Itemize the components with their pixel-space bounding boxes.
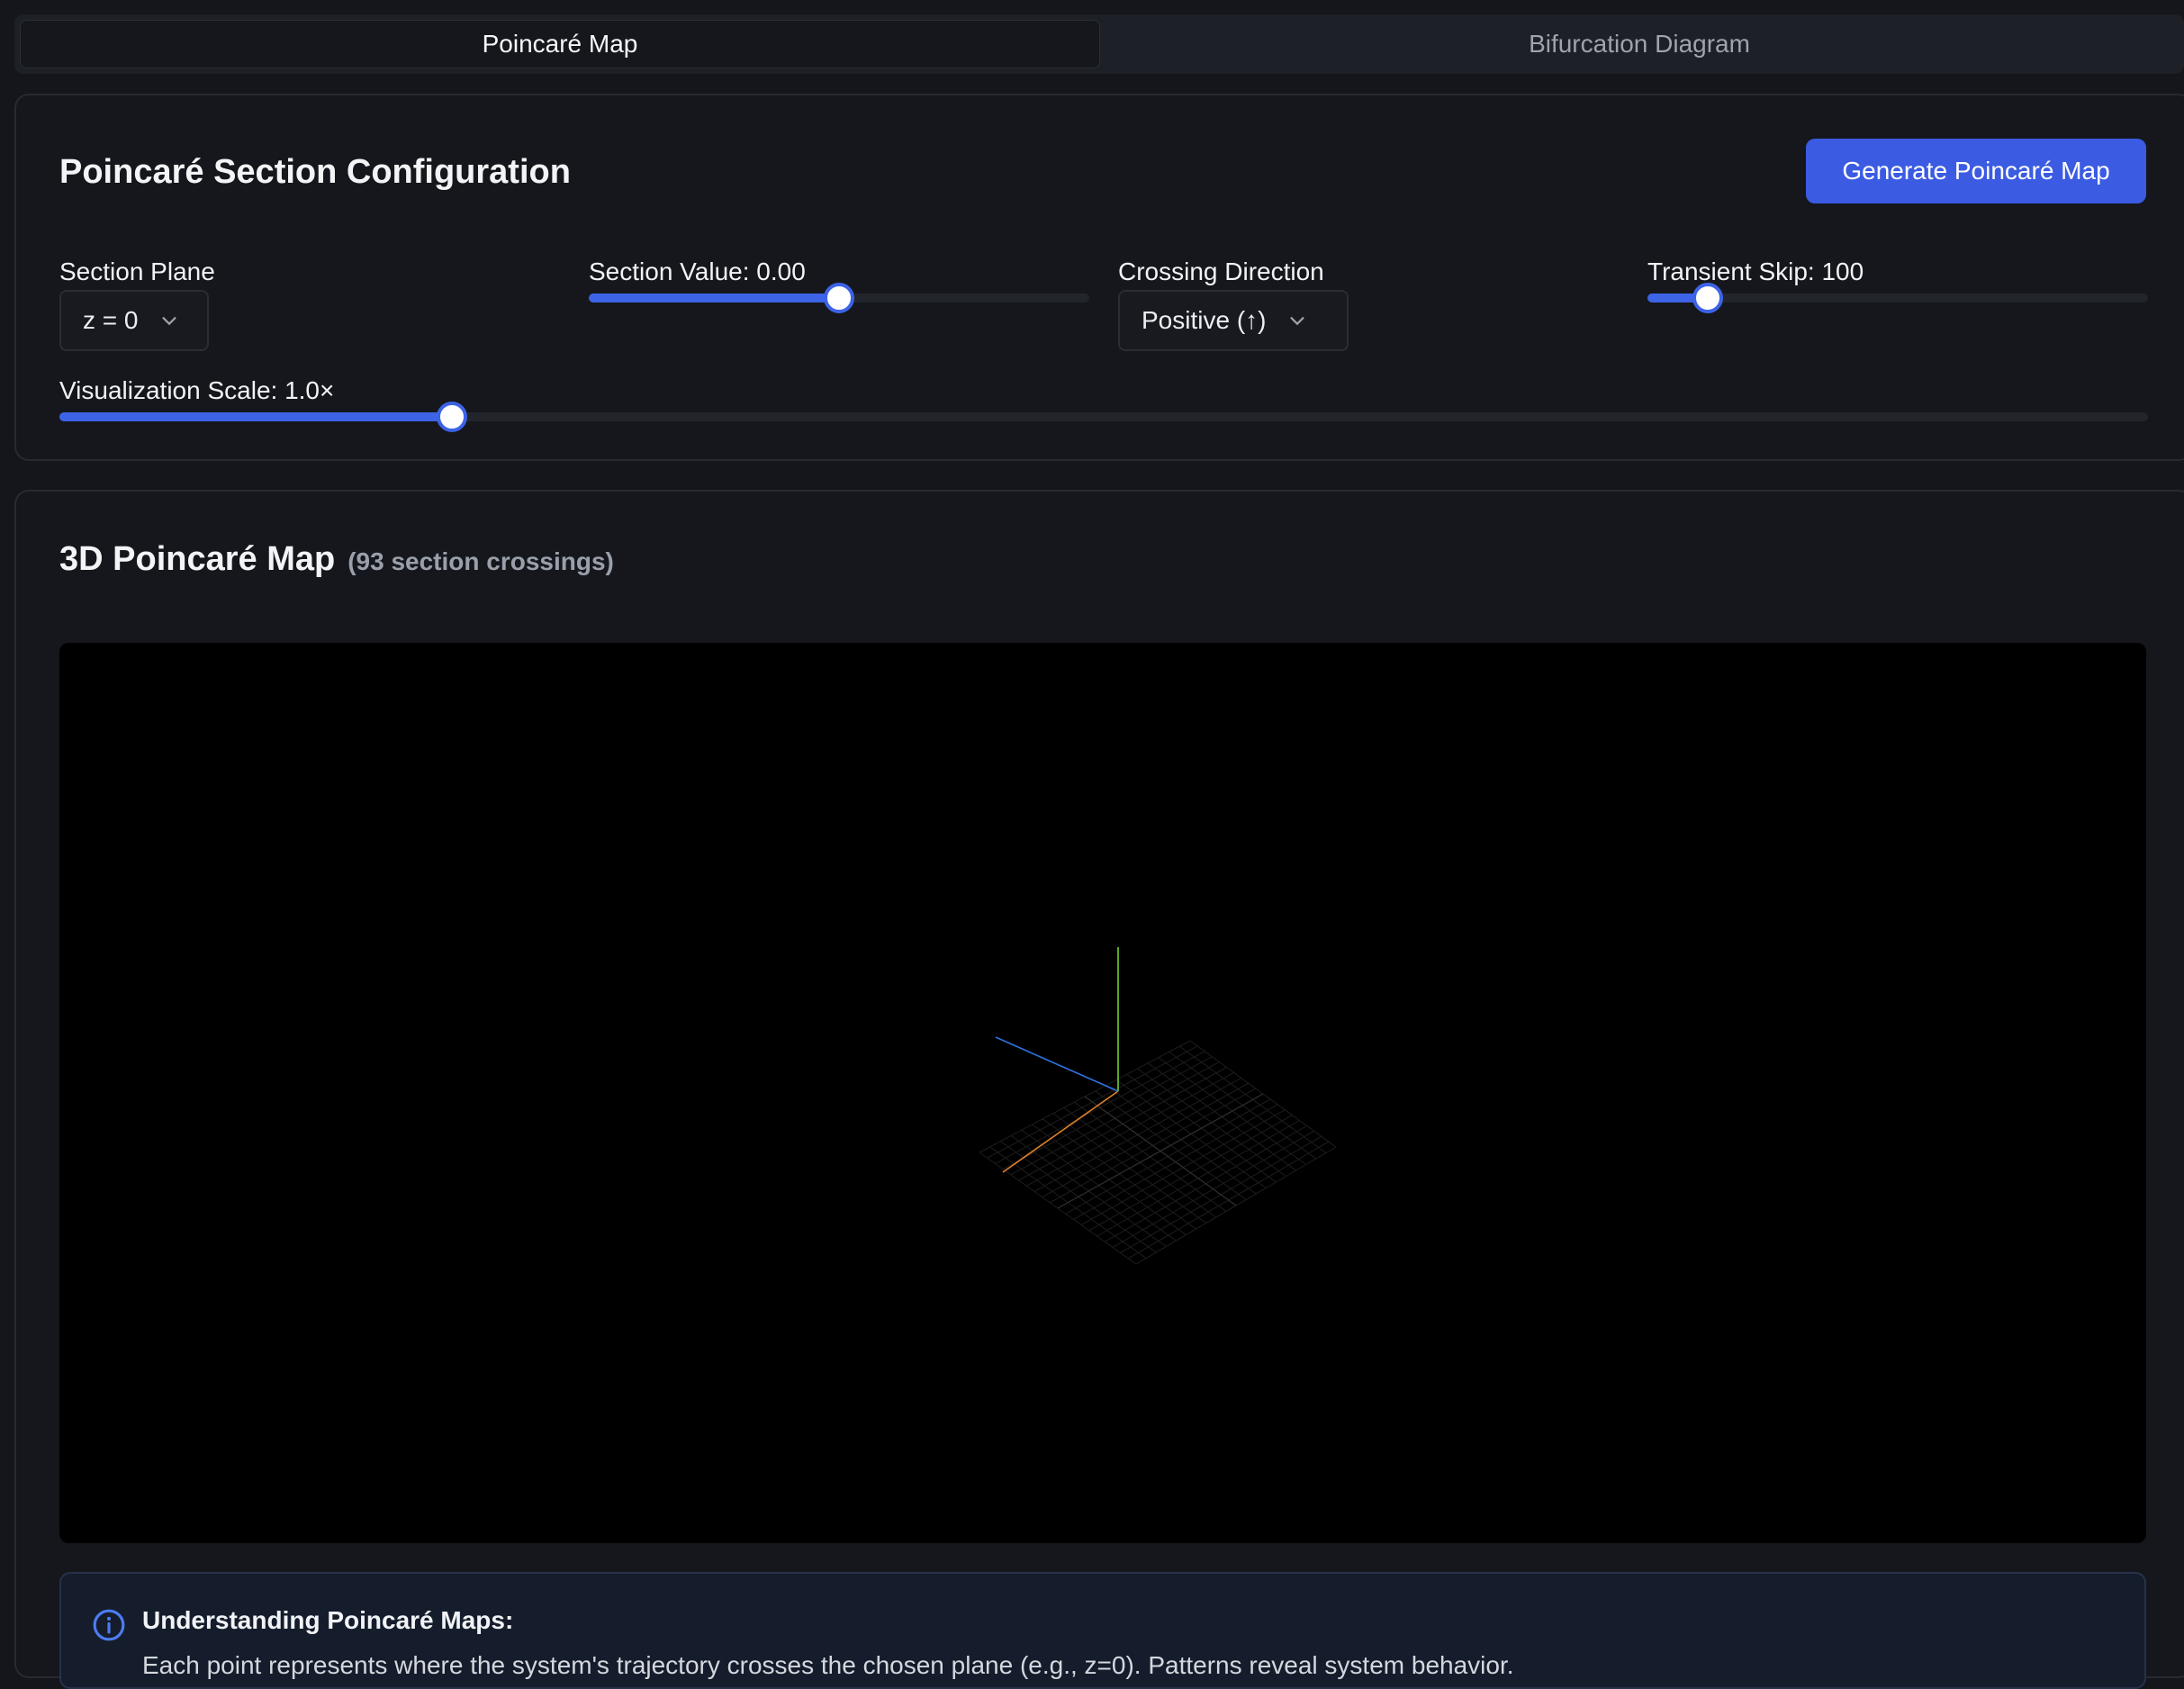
info-title: Understanding Poincaré Maps: [142,1606,514,1634]
section-plane-label: Section Plane [59,257,215,285]
section-crossings-count: (93 section crossings) [347,547,614,575]
slider-thumb[interactable] [824,283,854,313]
tab-bifurcation-diagram[interactable]: Bifurcation Diagram [1100,20,2179,68]
x-axis-line [1002,1090,1119,1173]
info-box: Understanding Poincaré Maps: Each point … [59,1572,2146,1689]
crossing-direction-value: Positive (↑) [1142,306,1267,334]
slider-thumb[interactable] [437,402,468,432]
slider-thumb[interactable] [1692,283,1723,313]
slider-fill [589,294,839,303]
generate-poincare-map-button[interactable]: Generate Poincaré Map [1806,139,2146,203]
config-title: Poincaré Section Configuration [59,153,571,191]
visualization-scale-slider[interactable] [59,398,2148,434]
section-plane-value: z = 0 [83,306,139,334]
info-text: Each point represents where the system's… [142,1651,1514,1679]
tab-poincare-map[interactable]: Poincaré Map [20,20,1100,68]
z-axis-line [995,1036,1119,1092]
crossing-direction-label: Crossing Direction [1118,257,1324,285]
3d-viewport[interactable] [59,643,2146,1543]
viz-title: 3D Poincaré Map [59,540,336,578]
info-icon [93,1609,125,1641]
section-configuration-card: Poincaré Section Configuration Generate … [14,94,2184,461]
section-value-slider[interactable] [589,279,1089,315]
slider-fill [59,412,453,421]
transient-skip-slider[interactable] [1647,279,2148,315]
crossing-direction-select[interactable]: Positive (↑) [1118,290,1349,351]
viz-title-row: 3D Poincaré Map (93 section crossings) [59,540,614,579]
3d-scene [979,947,1337,1265]
poincare-map-card: 3D Poincaré Map (93 section crossings) Un… [14,490,2184,1689]
chevron-down-icon [162,317,177,326]
ground-grid [979,1040,1337,1265]
tab-bar: Poincaré Map Bifurcation Diagram [14,14,2184,74]
chevron-down-icon [1290,317,1305,326]
section-plane-select[interactable]: z = 0 [59,290,209,351]
